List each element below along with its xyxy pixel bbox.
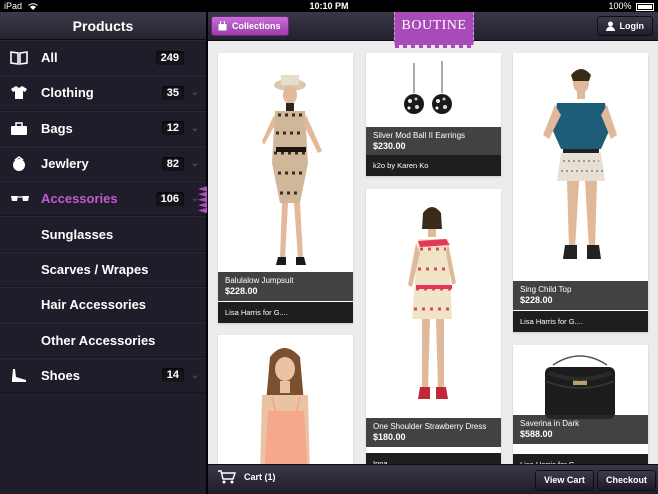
product-image [260,348,310,464]
item-count-badge: 35 [161,85,184,100]
sidebar-item-label: Bags [41,120,73,136]
product-card[interactable]: One Shoulder Strawberry Dress $180.00 In… [366,189,501,464]
product-brand: Inna [366,453,501,464]
sidebar-subitem-other-accessories[interactable]: Other Accessories [0,322,206,358]
user-icon [605,21,615,31]
product-card[interactable]: Saverina in Dark $588.00 Lisa Harris for… [513,345,648,464]
product-brand: Lisa Harris for G.... [513,454,648,464]
sidebar: Products All 249 Clothing 35 ⌄ Bags 12 ⌄ [0,12,207,494]
battery-icon [636,2,654,11]
status-time: 10:10 PM [309,1,349,11]
category-list: All 249 Clothing 35 ⌄ Bags 12 ⌄ Jewlery [0,40,207,393]
sidebar-item-label: Shoes [41,367,81,383]
battery-percent: 100% [608,1,632,11]
sidebar-subitem-hair-accessories[interactable]: Hair Accessories [0,287,206,323]
main-content: Collections BOUTINE Login Balulalow Jump… [208,12,658,494]
item-count-badge: 106 [155,191,184,206]
shoe-icon [10,368,38,383]
product-brand: k2o by Karen Ko [366,155,501,176]
sidebar-item-label: Clothing [41,85,94,101]
product-price: $180.00 [373,432,406,442]
view-cart-button[interactable]: View Cart [535,470,594,491]
sidebar-item-label: Other Accessories [41,332,156,348]
item-count-badge: 249 [155,50,184,65]
product-info: One Shoulder Strawberry Dress $180.00 [366,418,501,447]
bag-icon [10,121,38,136]
item-count-badge: 12 [161,121,184,136]
product-name: Sing Child Top [520,285,572,294]
checkout-button[interactable]: Checkout [597,470,657,491]
active-indicator [198,186,207,214]
product-image [408,207,456,399]
product-info: Sing Child Top $228.00 [513,281,648,310]
product-price: $588.00 [520,429,553,439]
product-card[interactable]: Balulalow Jumpsuit $228.00 Lisa Harris f… [218,53,353,323]
chevron-down-icon[interactable]: ⌄ [184,158,206,169]
product-card[interactable] [218,335,353,464]
product-info: Saverina in Dark $588.00 [513,415,648,444]
product-image [543,69,617,259]
sidebar-item-jewlery[interactable]: Jewlery 82 ⌄ [0,145,206,182]
sunglasses-icon [10,194,38,204]
cart-button[interactable]: Cart (1) [218,470,276,484]
bottom-toolbar: Cart (1) View Cart Checkout [208,464,658,494]
cart-label: Cart (1) [244,472,276,482]
sidebar-subitem-sunglasses[interactable]: Sunglasses [0,216,206,252]
product-grid: Balulalow Jumpsuit $228.00 Lisa Harris f… [208,41,658,464]
collections-button[interactable]: Collections [211,16,289,36]
chevron-down-icon[interactable]: ⌄ [184,123,206,134]
status-bar: iPad 10:10 PM 100% [0,0,658,12]
top-toolbar: Collections BOUTINE Login [208,12,658,48]
product-image [544,355,616,419]
collections-label: Collections [232,21,281,31]
product-price: $230.00 [373,141,406,151]
sidebar-item-label: All [41,50,58,66]
item-count-badge: 82 [161,156,184,171]
sidebar-title: Products [0,12,206,40]
sidebar-item-all[interactable]: All 249 [0,40,206,76]
product-brand: Lisa Harris for G.... [218,302,353,323]
chevron-down-icon[interactable]: ⌄ [184,370,206,381]
product-name: Silver Mod Ball II Earrings [373,131,466,140]
product-card[interactable]: Silver Mod Ball II Earrings $230.00 k2o … [366,53,501,176]
product-info: Silver Mod Ball II Earrings $230.00 [366,127,501,156]
sidebar-item-label: Accessories [41,191,118,207]
product-name: Balulalow Jumpsuit [225,276,294,285]
jewelry-icon [10,156,38,172]
cart-icon [218,470,236,484]
sidebar-item-shoes[interactable]: Shoes 14 ⌄ [0,357,206,393]
sidebar-item-label: Scarves / Wrapes [41,261,149,277]
product-name: Saverina in Dark [520,419,580,428]
sidebar-item-clothing[interactable]: Clothing 35 ⌄ [0,75,206,111]
product-price: $228.00 [225,286,258,296]
product-price: $228.00 [520,295,553,305]
shirt-icon [10,85,38,100]
product-image [404,61,452,114]
item-count-badge: 14 [161,368,184,383]
book-icon [10,50,38,65]
product-brand: Lisa Harris for G.... [513,311,648,332]
sidebar-subitem-scarves[interactable]: Scarves / Wrapes [0,251,206,288]
product-card[interactable]: Sing Child Top $228.00 Lisa Harris for G… [513,53,648,332]
product-image [262,75,322,265]
sidebar-item-accessories[interactable]: Accessories 106 ⌄ [0,181,207,217]
sidebar-item-label: Jewlery [41,156,89,172]
product-info: Balulalow Jumpsuit $228.00 [218,272,353,301]
login-button[interactable]: Login [596,16,653,36]
sidebar-item-label: Hair Accessories [41,297,147,313]
bag-icon [218,21,227,31]
product-name: One Shoulder Strawberry Dress [373,422,487,431]
login-label: Login [619,21,645,31]
chevron-down-icon[interactable]: ⌄ [184,87,206,98]
sidebar-item-label: Sunglasses [41,226,114,242]
sidebar-item-bags[interactable]: Bags 12 ⌄ [0,110,206,146]
